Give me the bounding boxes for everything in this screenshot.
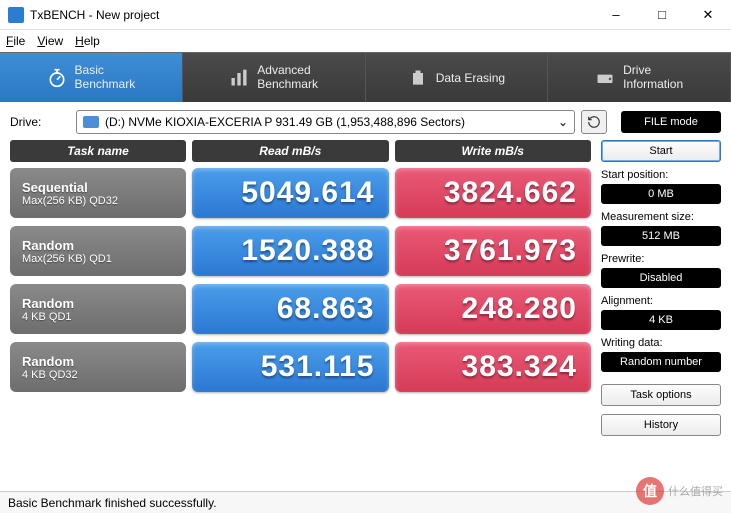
bars-icon (229, 68, 249, 88)
status-text: Basic Benchmark finished successfully. (8, 496, 217, 510)
alignment-label: Alignment: (601, 295, 721, 307)
prewrite-value[interactable]: Disabled (601, 268, 721, 288)
reload-button[interactable] (581, 110, 607, 134)
disk-icon (83, 116, 99, 128)
task-subtitle: Max(256 KB) QD32 (22, 195, 174, 207)
app-icon (8, 7, 24, 23)
col-task-name: Task name (10, 140, 186, 162)
task-options-button[interactable]: Task options (601, 384, 721, 406)
writing-data-label: Writing data: (601, 337, 721, 349)
tab-label: Basic Benchmark (75, 64, 136, 90)
tab-data-erasing[interactable]: Data Erasing (366, 53, 549, 102)
tab-label: Advanced Benchmark (257, 64, 318, 90)
window-title: TxBENCH - New project (30, 8, 593, 22)
tab-label: Drive Information (623, 64, 683, 90)
tab-drive-information[interactable]: Drive Information (548, 53, 731, 102)
erase-icon (408, 68, 428, 88)
task-subtitle: 4 KB QD32 (22, 369, 174, 381)
col-read: Read mB/s (192, 140, 389, 162)
results-panel: Task name Read mB/s Write mB/s Sequentia… (10, 140, 591, 436)
tabbar: Basic Benchmark Advanced Benchmark Data … (0, 52, 731, 102)
history-button[interactable]: History (601, 414, 721, 436)
task-cell: SequentialMax(256 KB) QD32 (10, 168, 186, 218)
close-button[interactable]: ✕ (685, 0, 731, 30)
menu-help[interactable]: Help (75, 34, 100, 48)
start-position-label: Start position: (601, 169, 721, 181)
read-value: 5049.614 (192, 168, 389, 218)
alignment-value[interactable]: 4 KB (601, 310, 721, 330)
start-position-value[interactable]: 0 MB (601, 184, 721, 204)
bench-row: SequentialMax(256 KB) QD325049.6143824.6… (10, 168, 591, 218)
start-button[interactable]: Start (601, 140, 721, 162)
read-value: 531.115 (192, 342, 389, 392)
stopwatch-icon (47, 68, 67, 88)
task-cell: RandomMax(256 KB) QD1 (10, 226, 186, 276)
task-title: Sequential (22, 180, 174, 195)
drive-select[interactable]: (D:) NVMe KIOXIA-EXCERIA P 931.49 GB (1,… (76, 110, 575, 134)
drive-value: (D:) NVMe KIOXIA-EXCERIA P 931.49 GB (1,… (105, 115, 465, 129)
task-title: Random (22, 296, 174, 311)
menu-file[interactable]: File (6, 34, 25, 48)
task-cell: Random4 KB QD1 (10, 284, 186, 334)
read-value: 68.863 (192, 284, 389, 334)
bench-row: RandomMax(256 KB) QD11520.3883761.973 (10, 226, 591, 276)
measurement-size-value[interactable]: 512 MB (601, 226, 721, 246)
reload-icon (587, 115, 601, 129)
drive-label: Drive: (10, 115, 70, 129)
write-value: 3824.662 (395, 168, 592, 218)
tab-label: Data Erasing (436, 71, 505, 85)
chevron-down-icon: ⌄ (558, 115, 568, 129)
sidebar: Start Start position: 0 MB Measurement s… (601, 140, 721, 436)
maximize-button[interactable]: □ (639, 0, 685, 30)
task-subtitle: Max(256 KB) QD1 (22, 253, 174, 265)
write-value: 248.280 (395, 284, 592, 334)
writing-data-value[interactable]: Random number (601, 352, 721, 372)
statusbar: Basic Benchmark finished successfully. (0, 491, 731, 513)
task-cell: Random4 KB QD32 (10, 342, 186, 392)
minimize-button[interactable]: – (593, 0, 639, 30)
prewrite-label: Prewrite: (601, 253, 721, 265)
drive-icon (595, 68, 615, 88)
measurement-size-label: Measurement size: (601, 211, 721, 223)
file-mode-button[interactable]: FILE mode (621, 111, 721, 133)
menu-view[interactable]: View (37, 34, 63, 48)
titlebar: TxBENCH - New project – □ ✕ (0, 0, 731, 30)
tab-basic-benchmark[interactable]: Basic Benchmark (0, 53, 183, 102)
write-value: 383.324 (395, 342, 592, 392)
bench-row: Random4 KB QD168.863248.280 (10, 284, 591, 334)
read-value: 1520.388 (192, 226, 389, 276)
drive-row: Drive: (D:) NVMe KIOXIA-EXCERIA P 931.49… (0, 102, 731, 140)
tab-advanced-benchmark[interactable]: Advanced Benchmark (183, 53, 366, 102)
task-title: Random (22, 354, 174, 369)
menubar: File View Help (0, 30, 731, 52)
col-write: Write mB/s (395, 140, 592, 162)
bench-row: Random4 KB QD32531.115383.324 (10, 342, 591, 392)
task-subtitle: 4 KB QD1 (22, 311, 174, 323)
task-title: Random (22, 238, 174, 253)
write-value: 3761.973 (395, 226, 592, 276)
